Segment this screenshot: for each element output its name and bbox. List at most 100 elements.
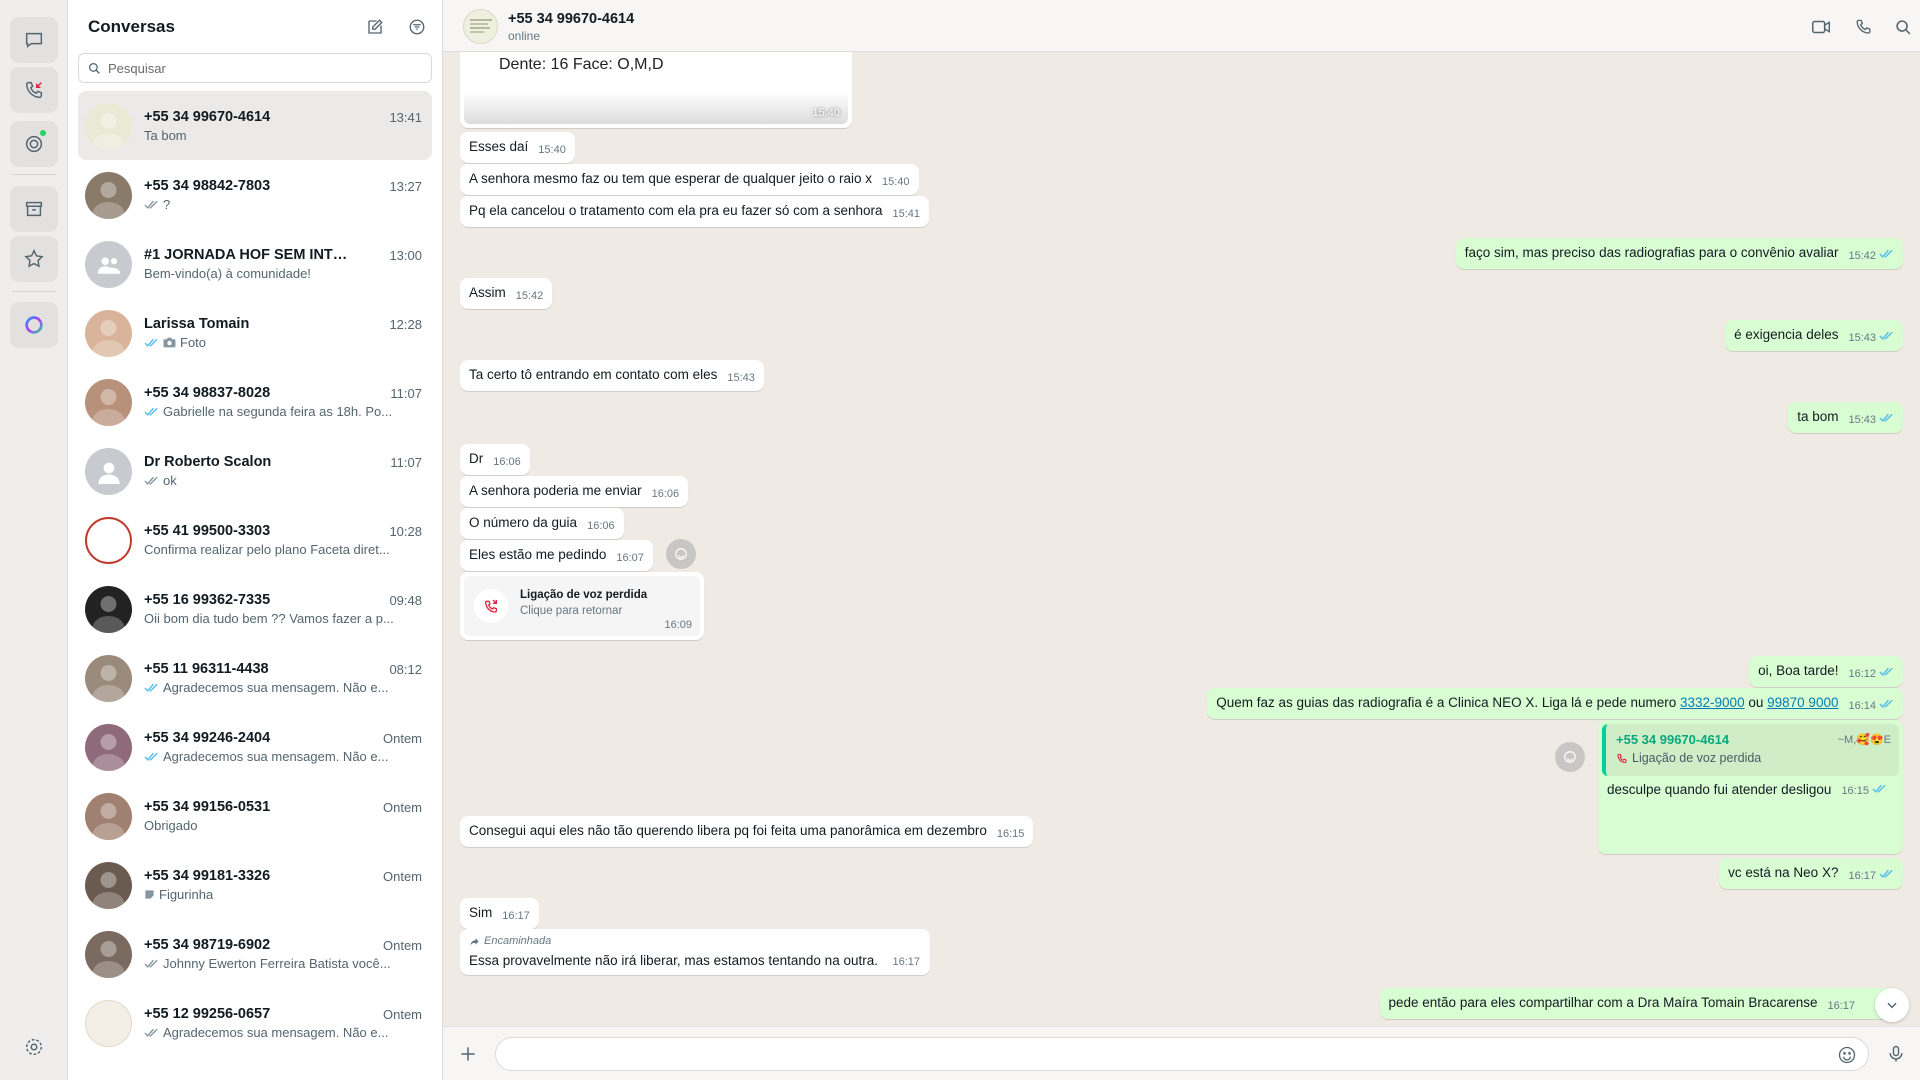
message-incoming[interactable]: O número da guia 16:06 [460,508,624,539]
chat-preview: Gabrielle na segunda feira as 18h. Po... [144,404,394,419]
chat-preview: Confirma realizar pelo plano Faceta dire… [144,542,394,557]
search-messages-button[interactable] [1892,16,1914,38]
status-unread-dot [40,130,46,136]
contact-avatar[interactable] [463,9,498,44]
missed-call-card[interactable]: Ligação de voz perdida Clique para retor… [464,576,700,636]
chat-list-item[interactable]: Larissa Tomain 12:28 Foto [78,298,432,367]
chat-list-item[interactable]: +55 34 99246-2404 Ontem Agradecemos sua me… [78,712,432,781]
settings-button[interactable] [22,1035,46,1059]
message-incoming[interactable]: A senhora poderia me enviar 16:06 [460,476,689,507]
avatar [85,586,132,633]
chat-time: 13:41 [389,110,422,125]
message-outgoing[interactable]: Quem faz as guias das radiografia é a Cl… [1207,688,1903,719]
status-button[interactable] [10,121,58,167]
message-outgoing[interactable]: ta bom 15:43 [1788,402,1903,433]
new-chat-button[interactable] [364,16,386,38]
video-call-button[interactable] [1810,16,1832,38]
chat-list-item[interactable]: #1 JORNADA HOF SEM INTERCO... 13:00 Bem-vi… [78,229,432,298]
chat-list-item[interactable]: +55 34 99156-0531 Ontem Obrigado [78,781,432,850]
voice-call-button[interactable] [1852,16,1874,38]
quoted-message[interactable]: +55 34 99670-4614 Ligação de voz perdida… [1602,724,1899,776]
message-input-box[interactable] [495,1037,1869,1071]
message-input[interactable] [510,1045,1810,1061]
chat-list-item[interactable]: +55 34 98719-6902 Ontem Johnny Ewerton Fer… [78,919,432,988]
chat-preview-text: Figurinha [159,887,214,902]
chat-preview: Agradecemos sua mensagem. Não e... [144,680,394,695]
chat-preview: ? [144,197,394,212]
react-button[interactable] [666,539,696,569]
message-time: 15:43 [727,372,755,384]
image-message[interactable]: Dente: 16 Face: O,M,D 15:40 [460,52,852,128]
chat-list-item[interactable]: +55 34 98842-7803 13:27? [78,160,432,229]
contact-name[interactable]: +55 34 99670-4614 [508,11,634,27]
emoji-button[interactable] [1836,1044,1858,1066]
search-box[interactable] [78,53,432,83]
chat-preview-text: ok [163,473,177,488]
message-composer [443,1026,1920,1080]
chat-list-item[interactable]: +55 34 98837-8028 11:07 Gabrielle na segun… [78,367,432,436]
chat-time: 09:48 [389,593,422,608]
chat-list-item[interactable]: +55 41 99500-3303 10:28 Confirma realizar … [78,505,432,574]
message-outgoing[interactable]: faço sim, mas preciso das radiografias p… [1455,238,1903,269]
avatar [85,862,132,909]
message-time: 16:07 [616,552,644,564]
image-preview[interactable]: Dente: 16 Face: O,M,D 15:40 [464,52,848,124]
search-input[interactable] [108,60,408,76]
read-ticks-icon [144,1028,159,1038]
chat-time: 10:28 [389,524,422,539]
chat-list-item[interactable]: +55 34 99670-4614 13:41 Ta bom [78,91,432,160]
message-text: Esses daí [469,139,529,154]
react-button[interactable] [1555,742,1585,772]
message-incoming[interactable]: Assim 15:42 [460,278,553,309]
message-time: 16:17 [1827,1000,1855,1012]
message-outgoing[interactable]: pede então para eles compartilhar com a … [1379,988,1903,1019]
forwarded-message[interactable]: Encaminhada Essa provavelmente não irá l… [460,929,930,975]
search-icon [88,62,100,74]
missed-call-message[interactable]: Ligação de voz perdida Clique para retor… [460,572,704,640]
starred-button[interactable] [10,236,58,282]
chat-time: Ontem [382,1007,422,1022]
phone-link[interactable]: 99870 9000 [1767,695,1838,710]
chat-list-item[interactable]: +55 11 96311-4438 08:12 Agradecemos sua me… [78,643,432,712]
calls-button[interactable] [10,67,58,113]
message-incoming[interactable]: Ta certo tô entrando em contato com eles… [460,360,764,391]
chat-list-panel: Conversas +55 34 99670-461413:41Ta bom+5… [68,0,443,1080]
attach-button[interactable] [455,1041,481,1067]
message-incoming[interactable]: Sim 16:17 [460,898,539,929]
chat-preview-text: Oii bom dia tudo bem ?? Vamos fazer a p.… [144,611,394,626]
filter-button[interactable] [406,16,428,38]
voice-message-button[interactable] [1883,1041,1909,1067]
message-outgoing[interactable]: oi, Boa tarde! 16:12 [1749,656,1903,687]
read-ticks-icon [1879,247,1894,262]
message-outgoing[interactable]: é exigencia deles 15:43 [1725,320,1903,351]
chat-list-item[interactable]: +55 16 99362-7335 09:48 Oii bom dia tudo b… [78,574,432,643]
message-incoming[interactable]: Dr 16:06 [460,444,530,475]
missed-call-icon [1617,753,1627,764]
chat-list-item[interactable]: Dr Roberto Scalon 11:07 ok [78,436,432,505]
chat-preview: Oii bom dia tudo bem ?? Vamos fazer a p.… [144,611,394,626]
starred-icon [24,249,44,268]
message-incoming[interactable]: Consegui aqui eles não tão querendo libe… [460,816,1034,847]
status-icon [25,135,43,153]
message-incoming[interactable]: A senhora mesmo faz ou tem que esperar d… [460,164,919,195]
meta-ai-button[interactable] [10,302,58,348]
conversation-header: +55 34 99670-4614 online [443,0,1920,52]
message-area[interactable]: Dente: 16 Face: O,M,D 15:40 Esses daí 15:… [443,52,1920,1026]
chat-list-item[interactable]: +55 12 99256-0657 Ontem Agradecemos sua me… [78,988,432,1057]
message-incoming[interactable]: Esses daí 15:40 [460,132,575,163]
chats-button[interactable] [10,17,58,63]
chat-name: +55 34 98842-7803 [144,178,271,194]
message-time: 15:43 [1848,414,1876,426]
phone-link[interactable]: 3332-9000 [1680,695,1745,710]
message-outgoing-reply[interactable]: +55 34 99670-4614 Ligação de voz perdida… [1598,720,1903,854]
message-outgoing[interactable]: vc está na Neo X? 16:17 [1719,858,1903,889]
contact-avatar-image [470,19,492,33]
scroll-to-bottom-button[interactable] [1875,988,1909,1022]
message-incoming[interactable]: Eles estão me pedindo 16:07 [460,540,653,571]
chat-preview-text: Agradecemos sua mensagem. Não e... [163,680,389,695]
message-incoming[interactable]: Pq ela cancelou o tratamento com ela pra… [460,196,930,227]
avatar [85,448,132,495]
read-ticks-icon [144,752,159,762]
chat-list-item[interactable]: +55 34 99181-3326 Ontem Figurinha [78,850,432,919]
archive-button[interactable] [10,186,58,232]
